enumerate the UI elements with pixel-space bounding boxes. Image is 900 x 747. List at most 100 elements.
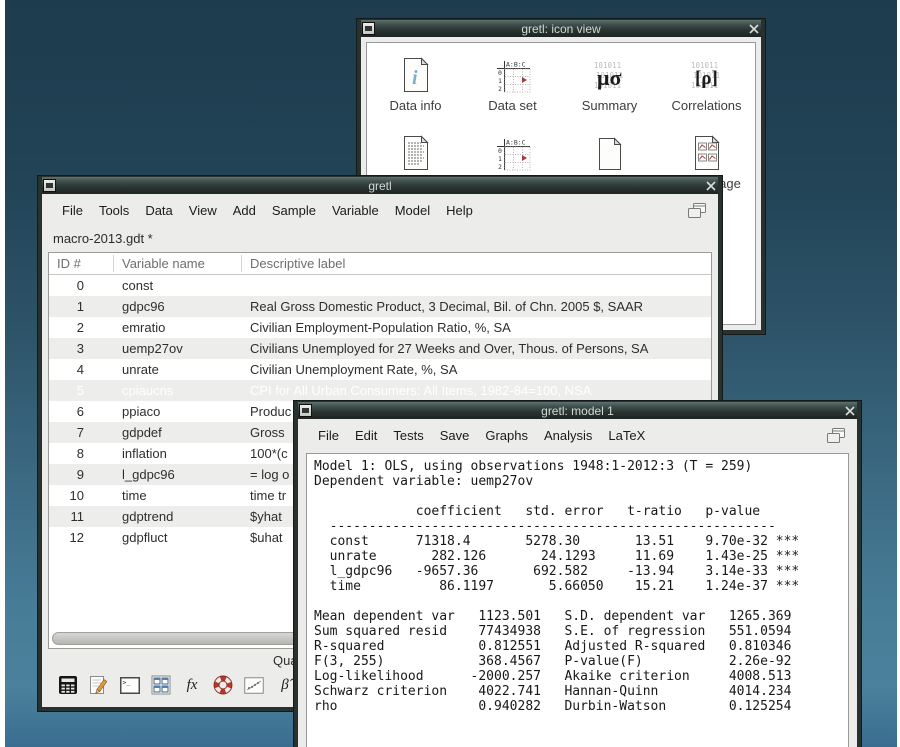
table-row[interactable]: 4 unrate Civilian Unemployment Rate, %, … [49, 359, 711, 380]
correlations-icon: 101011 101011 101011 [ρ] [689, 59, 725, 93]
table-row[interactable]: 2 emratio Civilian Employment-Population… [49, 317, 711, 338]
svg-text:2: 2 [498, 163, 502, 171]
close-button[interactable] [842, 404, 857, 417]
new-script-button[interactable] [87, 673, 111, 697]
header-descriptive-label[interactable]: Descriptive label [242, 255, 711, 272]
data-info-icon: i [401, 57, 431, 93]
svg-text:1: 1 [498, 77, 502, 85]
windows-list-button[interactable] [688, 203, 706, 218]
icon-view-titlebar[interactable]: gretl: icon view [361, 20, 761, 37]
scalars-icon: A:B:C 0 1 2 [495, 137, 531, 171]
cell-variable-name: inflation [114, 446, 242, 461]
cell-descriptive-label: Civilian Unemployment Rate, %, SA [242, 362, 711, 377]
model-window: gretl: model 1 File Edit Tests Save Grap… [293, 400, 862, 747]
graph-button[interactable] [242, 673, 266, 697]
help-lifebuoy-button[interactable] [211, 673, 235, 697]
menu-data[interactable]: Data [137, 199, 180, 222]
icon-label: Data info [389, 98, 441, 113]
svg-text:>_: >_ [123, 678, 131, 686]
cell-descriptive-label: Real Gross Domestic Product, 3 Decimal, … [242, 299, 711, 314]
icon-label: Data set [488, 98, 536, 113]
header-id[interactable]: ID # [49, 255, 114, 272]
window-menu-button[interactable] [43, 179, 56, 192]
cell-id: 0 [49, 278, 114, 293]
table-row[interactable]: 3 uemp27ov Civilians Unemployed for 27 W… [49, 338, 711, 359]
icon-label: Summary [582, 98, 638, 113]
icon-item-data-info[interactable]: i Data info [367, 53, 464, 131]
cell-id: 6 [49, 404, 114, 419]
window-title: gretl: icon view [381, 22, 741, 36]
table-row[interactable]: 0 const [49, 275, 711, 296]
menu-file[interactable]: File [54, 199, 91, 222]
cell-variable-name: uemp27ov [114, 341, 242, 356]
function-reference-button[interactable]: fx [180, 673, 204, 697]
new-script-icon [89, 675, 109, 695]
windows-list-button[interactable] [827, 428, 845, 443]
svg-text:A:B:C: A:B:C [506, 139, 526, 147]
menu-file[interactable]: File [310, 424, 347, 447]
header-variable-name[interactable]: Variable name [114, 255, 242, 272]
window-menu-button[interactable] [299, 404, 312, 417]
icon-item-summary[interactable]: 101011 101011 101011 μσ Summary [561, 53, 658, 131]
table-row-selected[interactable]: 5 cpiaucns CPI for All Urban Consumers: … [49, 380, 711, 401]
cell-variable-name: emratio [114, 320, 242, 335]
svg-text:2: 2 [498, 85, 502, 93]
cell-id: 5 [49, 383, 114, 398]
cell-id: 12 [49, 530, 114, 545]
menu-add[interactable]: Add [225, 199, 264, 222]
icon-item-correlations[interactable]: 101011 101011 101011 [ρ] Correlations [658, 53, 755, 131]
menu-save[interactable]: Save [432, 424, 478, 447]
cell-variable-name: ppiaco [114, 404, 242, 419]
close-button[interactable] [703, 179, 718, 192]
svg-text:[ρ]: [ρ] [695, 68, 718, 89]
main-titlebar[interactable]: gretl [42, 177, 718, 194]
menu-model[interactable]: Model [387, 199, 438, 222]
menu-tools[interactable]: Tools [91, 199, 137, 222]
window-title: gretl [62, 179, 698, 193]
close-button[interactable] [746, 22, 761, 35]
dataset-label: macro-2013.gdt * [42, 226, 718, 252]
svg-text:0: 0 [498, 147, 502, 155]
session-icon-view-button[interactable] [149, 673, 173, 697]
menu-analysis[interactable]: Analysis [536, 424, 600, 447]
table-row[interactable]: 1 gdpc96 Real Gross Domestic Product, 3 … [49, 296, 711, 317]
svg-text:0: 0 [498, 69, 502, 77]
close-icon [749, 24, 759, 34]
menu-view[interactable]: View [181, 199, 225, 222]
cell-variable-name: cpiaucns [114, 383, 242, 398]
menu-help[interactable]: Help [438, 199, 481, 222]
menu-tests[interactable]: Tests [385, 424, 431, 447]
model-titlebar[interactable]: gretl: model 1 [298, 402, 857, 419]
console-button[interactable]: >_ [118, 673, 142, 697]
window-menu-icon [302, 408, 309, 413]
model-client: File Edit Tests Save Graphs Analysis LaT… [298, 419, 857, 747]
menu-graphs[interactable]: Graphs [477, 424, 536, 447]
menu-sample[interactable]: Sample [264, 199, 324, 222]
main-menubar: File Tools Data View Add Sample Variable… [42, 194, 718, 226]
cell-variable-name: gdpc96 [114, 299, 242, 314]
menu-edit[interactable]: Edit [347, 424, 385, 447]
beta-hat-icon: β̂ [281, 677, 288, 694]
window-menu-icon [365, 26, 372, 31]
cell-id: 8 [49, 446, 114, 461]
fx-icon: fx [187, 677, 198, 694]
window-menu-button[interactable] [362, 22, 375, 35]
model-output-panel[interactable]: Model 1: OLS, using observations 1948:1-… [306, 453, 849, 747]
cell-variable-name: gdptrend [114, 509, 242, 524]
icon-item-data-set[interactable]: A:B:C 0 1 2 Data set [464, 53, 561, 131]
data-set-icon: A:B:C 0 1 2 [495, 59, 531, 93]
close-icon [706, 181, 716, 191]
graph-page-icon [692, 135, 722, 171]
table-header[interactable]: ID # Variable name Descriptive label [49, 253, 711, 275]
window-menu-icon [46, 183, 53, 188]
model-table-icon [401, 135, 431, 171]
cell-descriptive-label: CPI for All Urban Consumers: All Items, … [242, 383, 711, 398]
menu-variable[interactable]: Variable [324, 199, 387, 222]
svg-text:i: i [412, 67, 418, 89]
notes-icon [596, 137, 624, 171]
session-icon-view-icon [151, 675, 171, 695]
menu-latex[interactable]: LaTeX [600, 424, 653, 447]
calculator-button[interactable] [56, 673, 80, 697]
cell-descriptive-label: Civilian Employment-Population Ratio, %,… [242, 320, 711, 335]
cell-variable-name: l_gdpc96 [114, 467, 242, 482]
